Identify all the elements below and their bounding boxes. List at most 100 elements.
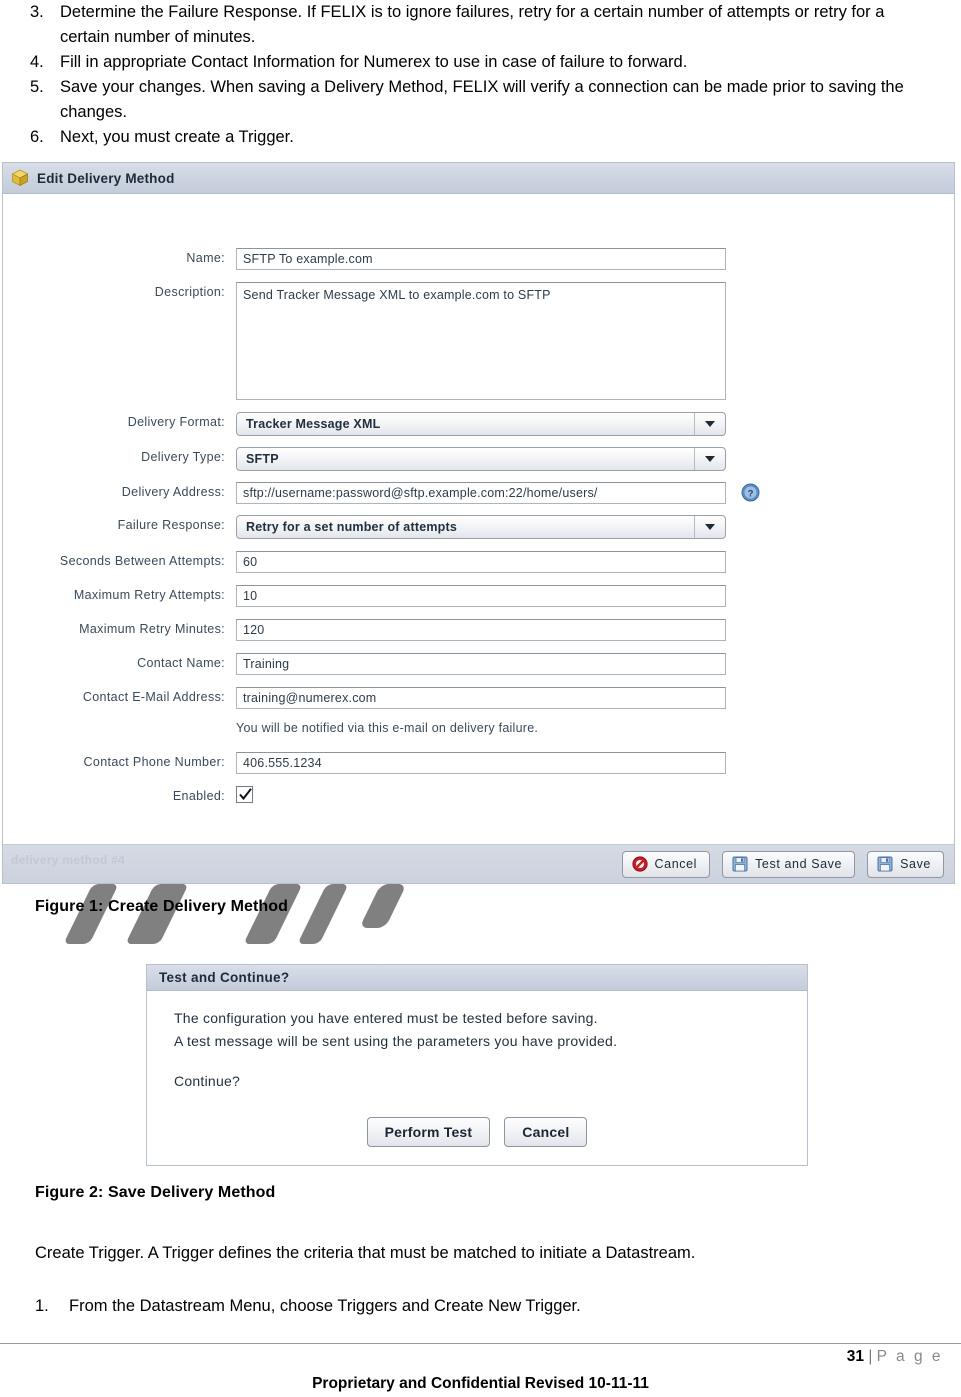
dialog2-message-line-2: A test message will be sent using the pa…: [174, 1033, 618, 1049]
body-paragraph: Create Trigger. A Trigger defines the cr…: [35, 1244, 696, 1262]
floppy-disk-icon: [732, 856, 748, 872]
list-item-number: 5.: [30, 78, 44, 96]
list-item-text: Fill in appropriate Contact Information …: [60, 53, 688, 71]
enabled-label: Enabled:: [172, 789, 225, 803]
svg-text:?: ?: [748, 488, 754, 499]
package-icon: [11, 169, 29, 187]
max-retry-attempts-input[interactable]: [236, 585, 726, 607]
list-item: 4. Fill in appropriate Contact Informati…: [30, 50, 930, 75]
field-row-contact-name: Contact Name:: [3, 653, 954, 675]
trigger-list-item-number: 1.: [35, 1297, 49, 1315]
description-textarea[interactable]: [236, 282, 726, 400]
ghost-label: delivery method #4: [11, 853, 126, 867]
field-row-max-retry-attempts: Maximum Retry Attempts:: [3, 585, 954, 607]
seconds-between-attempts-input[interactable]: [236, 551, 726, 573]
delivery-type-select[interactable]: SFTP: [236, 447, 726, 471]
contact-phone-label: Contact Phone Number:: [83, 755, 225, 769]
page-separator: |: [868, 1348, 873, 1365]
seconds-between-attempts-label: Seconds Between Attempts:: [59, 554, 225, 568]
name-input[interactable]: [236, 248, 726, 270]
dialog2-cancel-button[interactable]: Cancel: [504, 1117, 588, 1147]
cancel-button[interactable]: Cancel: [621, 850, 711, 878]
delivery-type-label: Delivery Type:: [141, 450, 225, 464]
field-row-failure-response: Failure Response: Retry for a set number…: [3, 515, 954, 539]
field-row-seconds-between-attempts: Seconds Between Attempts:: [3, 551, 954, 573]
scan-artifact: [297, 884, 349, 944]
figure-2-caption: Figure 2: Save Delivery Method: [35, 1184, 276, 1201]
field-row-contact-email-hint: You will be notified via this e-mail on …: [3, 721, 954, 735]
failure-response-select[interactable]: Retry for a set number of attempts: [236, 515, 726, 539]
floppy-disk-icon: [877, 856, 893, 872]
max-retry-attempts-label: Maximum Retry Attempts:: [73, 588, 225, 602]
max-retry-minutes-input[interactable]: [236, 619, 726, 641]
contact-phone-input[interactable]: [236, 752, 726, 774]
field-row-delivery-address: Delivery Address: ?: [3, 482, 954, 504]
list-item: 3. Determine the Failure Response. If FE…: [30, 0, 930, 50]
edit-delivery-method-dialog: Edit Delivery Method Name: Description: …: [2, 162, 955, 884]
field-row-contact-email: Contact E-Mail Address:: [3, 687, 954, 709]
test-and-continue-dialog: Test and Continue? The configuration you…: [146, 964, 808, 1166]
contact-name-label: Contact Name:: [137, 656, 225, 670]
description-label: Description:: [154, 285, 225, 299]
dialog2-body: The configuration you have entered must …: [147, 991, 807, 1089]
delivery-address-label: Delivery Address:: [121, 485, 225, 499]
field-row-contact-phone: Contact Phone Number:: [3, 752, 954, 774]
delivery-format-select[interactable]: Tracker Message XML: [236, 412, 726, 436]
no-entry-icon: [631, 856, 648, 872]
contact-email-input[interactable]: [236, 687, 726, 709]
perform-test-button[interactable]: Perform Test: [366, 1117, 491, 1147]
delivery-address-input[interactable]: [236, 482, 726, 504]
contact-email-label: Contact E-Mail Address:: [82, 690, 225, 704]
dialog2-button-row: Perform Test Cancel: [147, 1117, 807, 1147]
dialog2-continue-prompt: Continue?: [174, 1073, 241, 1089]
save-button[interactable]: Save: [867, 850, 944, 878]
chevron-down-icon[interactable]: [694, 516, 725, 538]
field-row-max-retry-minutes: Maximum Retry Minutes:: [3, 619, 954, 641]
dialog2-titlebar: Test and Continue?: [147, 965, 807, 991]
list-item-number: 6.: [30, 128, 44, 146]
chevron-down-icon[interactable]: [694, 448, 725, 470]
dialog2-title: Test and Continue?: [159, 970, 290, 985]
list-item-number: 4.: [30, 53, 44, 71]
instruction-list: 3. Determine the Failure Response. If FE…: [30, 0, 930, 150]
failure-response-value: Retry for a set number of attempts: [246, 520, 458, 534]
scan-artifact: [359, 884, 407, 928]
dialog2-message-line-1: The configuration you have entered must …: [174, 1010, 598, 1026]
cancel-button-label: Cancel: [654, 857, 698, 871]
delivery-format-value: Tracker Message XML: [246, 417, 381, 431]
page-word: P a g e: [876, 1348, 943, 1365]
footer-notice: Proprietary and Confidential Revised 10-…: [312, 1375, 649, 1392]
trigger-list-item: 1. From the Datastream Menu, choose Trig…: [35, 1294, 935, 1319]
save-button-label: Save: [900, 857, 931, 871]
hint-spacer: [3, 721, 225, 724]
contact-name-input[interactable]: [236, 653, 726, 675]
test-and-save-button[interactable]: Test and Save: [722, 850, 856, 878]
failure-response-label: Failure Response:: [117, 518, 225, 532]
dialog-title: Edit Delivery Method: [37, 170, 175, 186]
field-row-description: Description:: [3, 282, 954, 405]
field-row-delivery-format: Delivery Format: Tracker Message XML: [3, 412, 954, 436]
figure-1-caption: Figure 1: Create Delivery Method: [35, 898, 289, 915]
list-item-text: Next, you must create a Trigger.: [60, 128, 294, 146]
help-icon[interactable]: ?: [741, 483, 760, 502]
field-row-name: Name:: [3, 248, 954, 270]
list-item-text: Determine the Failure Response. If FELIX…: [60, 3, 885, 46]
dialog-titlebar: Edit Delivery Method: [3, 163, 954, 194]
chevron-down-icon[interactable]: [694, 413, 725, 435]
footer-divider: [0, 1343, 961, 1344]
trigger-list-item-text: From the Datastream Menu, choose Trigger…: [69, 1297, 581, 1315]
list-item-text: Save your changes. When saving a Deliver…: [60, 78, 904, 121]
field-row-delivery-type: Delivery Type: SFTP: [3, 447, 954, 471]
delivery-format-label: Delivery Format:: [127, 415, 225, 429]
page-number: 31: [846, 1348, 864, 1365]
list-item-number: 3.: [30, 3, 44, 21]
field-row-enabled: Enabled:: [3, 786, 954, 803]
contact-email-hint: You will be notified via this e-mail on …: [236, 721, 539, 735]
page-number-area: 31 | P a g e: [847, 1348, 943, 1366]
list-item: 6. Next, you must create a Trigger.: [30, 125, 930, 150]
name-label: Name:: [186, 251, 225, 265]
max-retry-minutes-label: Maximum Retry Minutes:: [79, 622, 225, 636]
test-and-save-button-label: Test and Save: [755, 857, 843, 871]
enabled-checkbox[interactable]: [236, 786, 253, 803]
dialog-footer: delivery method #4 Cancel Test and Save …: [3, 844, 954, 883]
